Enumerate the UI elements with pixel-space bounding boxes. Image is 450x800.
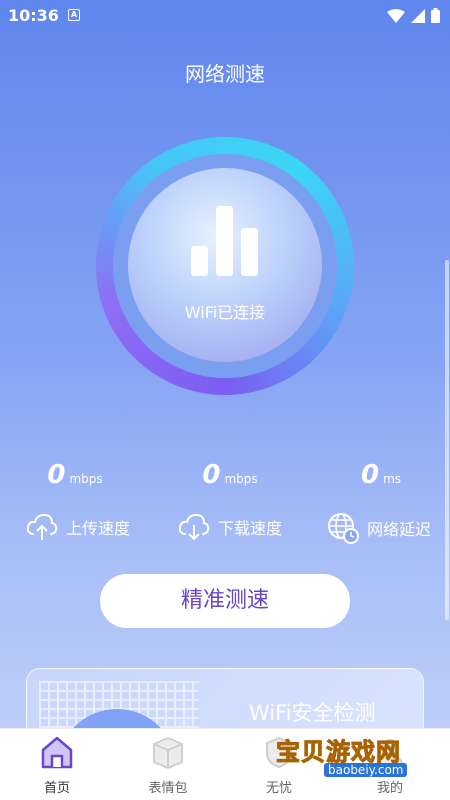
latency-value: 0 <box>360 460 380 490</box>
globe-clock-icon <box>328 513 359 544</box>
notification-a-icon: A <box>68 9 80 21</box>
nav-stickers-label: 表情包 <box>148 781 188 796</box>
download-label: 下载速度 <box>218 519 283 538</box>
download-value: 0 <box>202 460 221 490</box>
upload-metric: 上传速度 <box>26 512 130 542</box>
download-metric: 下载速度 <box>178 512 282 542</box>
upload-speed-stat: 0 mbps <box>0 460 150 490</box>
watermark-text: 宝贝游戏网 <box>276 738 401 767</box>
download-speed-stat: 0 mbps <box>155 460 305 490</box>
box-icon <box>153 736 183 770</box>
wifi-signal-icon <box>387 8 405 23</box>
home-icon <box>41 736 73 769</box>
latency-unit: ms <box>383 472 402 486</box>
precise-speedtest-button[interactable]: 精准测速 <box>100 574 350 628</box>
wifi-status-text: WiFi已连接 <box>184 303 266 322</box>
download-unit: mbps <box>224 472 258 486</box>
cell-signal-icon <box>411 8 425 23</box>
upload-cloud-icon <box>26 513 58 540</box>
download-cloud-icon <box>178 513 210 541</box>
battery-icon <box>431 8 440 23</box>
status-time: 10:36 <box>8 6 59 25</box>
latency-label: 网络延迟 <box>367 520 432 539</box>
page-title: 网络测速 <box>185 62 265 86</box>
nav-home-label: 首页 <box>43 781 70 796</box>
speedtest-screen: 10:36 A 网络测速 WiFi已连接 0 mbps 0 mbps 0 ms 上传速… <box>0 0 450 800</box>
upload-label: 上传速度 <box>66 519 131 538</box>
upload-unit: mbps <box>69 472 103 486</box>
scrollbar[interactable] <box>445 260 449 620</box>
nav-stickers[interactable]: 表情包 <box>123 735 213 796</box>
latency-stat: 0 ms <box>306 460 450 490</box>
upload-value: 0 <box>47 460 66 490</box>
watermark-url: baobeiy.com <box>324 763 408 777</box>
nav-home[interactable]: 首页 <box>12 735 102 796</box>
latency-metric: 网络延迟 <box>327 512 431 544</box>
card-title: WiFi安全检测 <box>249 701 376 725</box>
status-bar: 10:36 A <box>0 0 450 32</box>
watermark-logo: 宝贝游戏网 baobeiy.com <box>276 732 446 784</box>
signal-bars-icon <box>191 206 259 276</box>
status-icons <box>387 8 440 23</box>
